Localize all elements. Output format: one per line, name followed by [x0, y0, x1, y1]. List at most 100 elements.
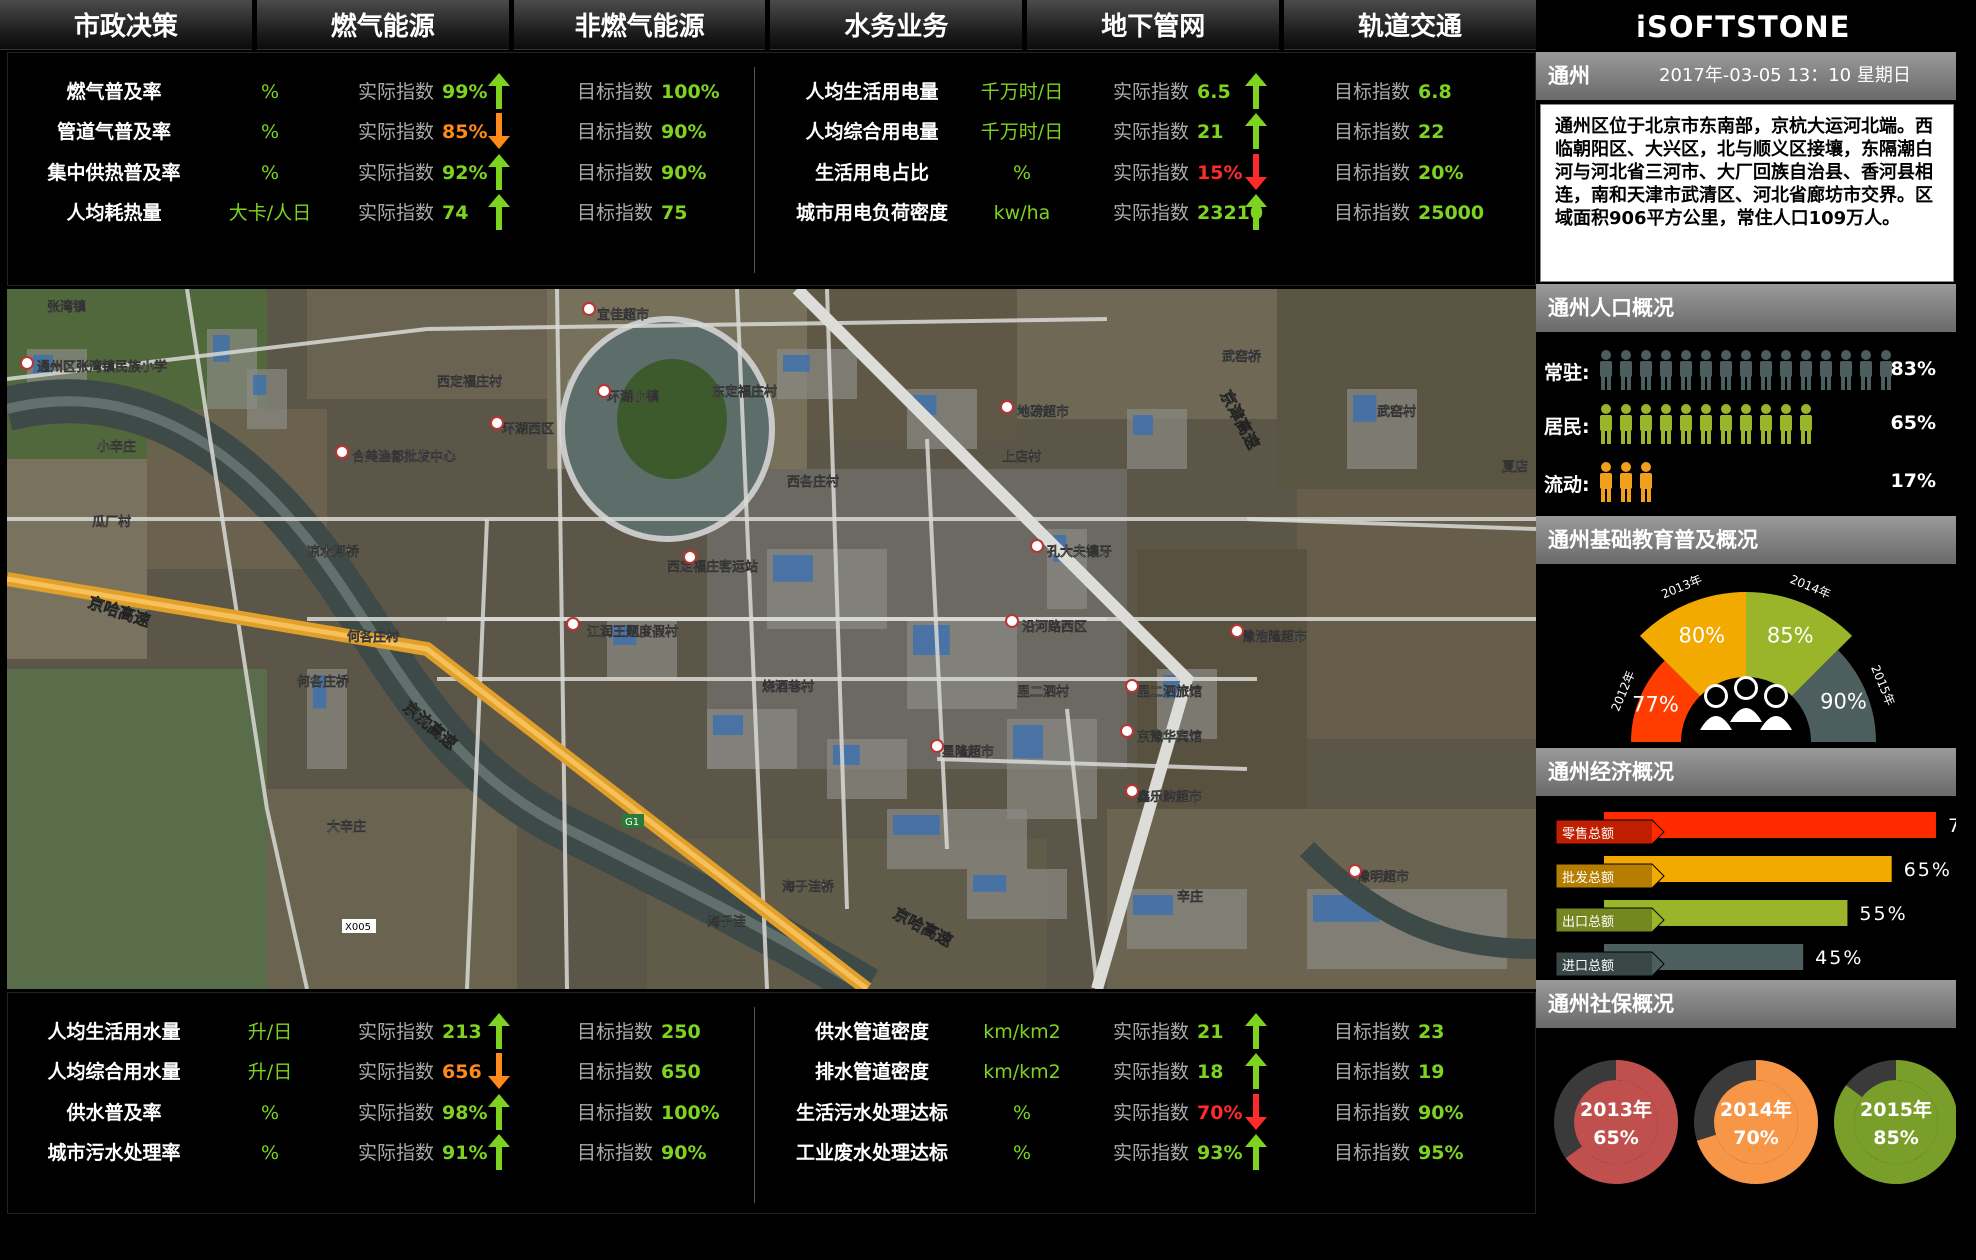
- target-value: 23: [1418, 1021, 1445, 1043]
- map-label[interactable]: 京豫华宾馆: [1137, 729, 1202, 745]
- poi-marker[interactable]: [1000, 400, 1014, 414]
- poi-marker[interactable]: [1030, 539, 1044, 553]
- poi-marker[interactable]: [582, 302, 596, 316]
- tab-pipe-network[interactable]: 地下管网: [1027, 0, 1280, 50]
- actual-value: 6.5: [1197, 81, 1231, 103]
- target-label: 目标指数: [1334, 1142, 1411, 1164]
- tab-non-gas-energy[interactable]: 非燃气能源: [513, 0, 766, 50]
- actual-value: 93%: [1197, 1142, 1243, 1164]
- map-label[interactable]: 豫明超市: [1357, 869, 1409, 885]
- stat-row: 人均综合用电量 千万时/日 实际指数 21 目标指数 22: [8, 113, 1537, 149]
- map-label[interactable]: 宜佳超市: [597, 307, 649, 323]
- map-label[interactable]: 里二泗村: [1017, 684, 1069, 700]
- map-label[interactable]: 张湾镇: [47, 299, 86, 315]
- education-header: 通州基础教育普及概况: [1536, 516, 1956, 564]
- poi-marker[interactable]: [566, 617, 580, 631]
- map-label[interactable]: 沿河路西区: [1022, 619, 1087, 635]
- actual-label: 实际指数: [1113, 1021, 1190, 1043]
- economy-label: 批发总额: [1562, 870, 1614, 886]
- map-label[interactable]: 孔大夫镶牙: [1047, 544, 1112, 560]
- poi-marker[interactable]: [490, 416, 504, 430]
- map-label[interactable]: 西各庄村: [787, 474, 839, 490]
- map-label[interactable]: 西定福庄客运站: [667, 559, 758, 575]
- map-label[interactable]: 鑫乐购超市: [1136, 789, 1202, 805]
- map-label[interactable]: 武窑村: [1377, 404, 1416, 420]
- tab-gas-energy[interactable]: 燃气能源: [256, 0, 509, 50]
- population-row: 常驻: 83%: [1544, 348, 1956, 394]
- social-year: 2014年: [1720, 1098, 1792, 1121]
- actual-value: 15%: [1197, 162, 1243, 184]
- map-label[interactable]: 海子洼桥: [782, 879, 835, 895]
- social-value: 70%: [1733, 1127, 1778, 1149]
- target-label: 目标指数: [1334, 162, 1411, 184]
- stat-unit: %: [1012, 1142, 1032, 1164]
- person-icon: [1640, 350, 1652, 390]
- map-label[interactable]: 大辛庄: [327, 819, 366, 835]
- highway-shield: G1: [625, 817, 639, 828]
- person-icon: [1780, 404, 1792, 444]
- map-canvas[interactable]: 张湾镇通州区张湾镇民族小学小辛庄瓜厂村 合美渔都批发中心凉水河桥何各庄村何各庄桥 西…: [7, 289, 1536, 989]
- poi-marker[interactable]: [1230, 624, 1244, 638]
- social-year: 2013年: [1580, 1098, 1652, 1121]
- map-label[interactable]: 西定福庄村: [437, 374, 502, 390]
- poi-marker[interactable]: [1125, 784, 1139, 798]
- poi-marker[interactable]: [1005, 614, 1019, 628]
- map-label[interactable]: 辛庄: [1177, 889, 1203, 905]
- population-percent: 65%: [1890, 412, 1936, 434]
- map-label[interactable]: 上店村: [1002, 449, 1041, 465]
- person-icon: [1600, 404, 1612, 444]
- target-label: 目标指数: [1334, 1061, 1411, 1083]
- map-label[interactable]: 地磅超市: [1017, 404, 1069, 420]
- economy-value: 65%: [1904, 859, 1952, 881]
- economy-label: 出口总额: [1562, 915, 1614, 930]
- map-label[interactable]: 环湖小镇: [607, 389, 659, 405]
- poi-marker[interactable]: [1120, 724, 1134, 738]
- map-label[interactable]: 星隆超市: [942, 744, 994, 760]
- person-icon: [1720, 350, 1732, 390]
- tab-rail-transit[interactable]: 轨道交通: [1284, 0, 1536, 50]
- map-label[interactable]: 东定福庄村: [712, 384, 777, 400]
- map-label[interactable]: 瓜厂村: [92, 514, 131, 530]
- map-label[interactable]: 烧酒巷村: [762, 679, 814, 695]
- poi-marker[interactable]: [930, 739, 944, 753]
- stat-row: 工业废水处理达标% 实际指数 93% 目标指数 95%: [8, 1134, 1537, 1170]
- poi-marker[interactable]: [20, 356, 34, 370]
- population-label: 流动:: [1544, 474, 1590, 496]
- map-label[interactable]: 江润王题度假村: [587, 624, 678, 640]
- map-label[interactable]: 何各庄村: [347, 629, 399, 645]
- poi-marker[interactable]: [1348, 864, 1362, 878]
- poi-marker[interactable]: [335, 445, 349, 459]
- map-label[interactable]: 武窑桥: [1222, 349, 1262, 365]
- actual-value: 21: [1197, 121, 1224, 143]
- person-icon: [1740, 404, 1752, 444]
- population-row: 流动: 17%: [1544, 460, 1956, 506]
- stat-row: 供水管道密度 km/km2 实际指数 21 目标指数 23: [8, 1013, 1537, 1049]
- map-label[interactable]: 小辛庄: [97, 439, 136, 455]
- map-label[interactable]: 何各庄桥: [297, 674, 350, 690]
- satellite-map[interactable]: 张湾镇通州区张湾镇民族小学小辛庄瓜厂村 合美渔都批发中心凉水河桥何各庄村何各庄桥 西…: [7, 289, 1536, 989]
- economy-header: 通州经济概况: [1536, 748, 1956, 796]
- map-label[interactable]: 凉水河桥: [307, 544, 360, 560]
- education-chart: 77%2012年80%2013年85%2014年90% 2015年: [1609, 572, 1897, 746]
- person-icon: [1800, 404, 1812, 444]
- map-label[interactable]: 海子洼: [707, 914, 746, 930]
- tab-municipal[interactable]: 市政决策: [0, 0, 252, 50]
- poi-marker[interactable]: [597, 384, 611, 398]
- trend-up-arrow-icon: [1245, 1053, 1267, 1089]
- stat-unit: kw/ha: [993, 202, 1051, 224]
- map-label[interactable]: 里二泗旅馆: [1137, 684, 1202, 700]
- economy-value: 45%: [1815, 947, 1863, 969]
- district-description[interactable]: 通州区位于北京市东南部，京杭大运河北端。西临朝阳区、大兴区，北与顺义区接壤，东隔…: [1540, 104, 1954, 282]
- social-donut-center: [1714, 1080, 1798, 1164]
- stat-label: 工业废水处理达标: [795, 1142, 949, 1164]
- poi-marker[interactable]: [683, 550, 697, 564]
- poi-marker[interactable]: [1125, 679, 1139, 693]
- tab-water[interactable]: 水务业务: [770, 0, 1023, 50]
- map-label[interactable]: 豫浩隆超市: [1242, 629, 1307, 645]
- map-label[interactable]: 夏店: [1501, 459, 1528, 475]
- trend-up-arrow-icon: [1245, 1013, 1267, 1049]
- map-label[interactable]: 通州区张湾镇民族小学: [37, 359, 167, 375]
- stat-label: 人均生活用电量: [805, 81, 939, 103]
- map-label[interactable]: 环湖西区: [502, 422, 554, 437]
- map-label[interactable]: 合美渔都批发中心: [352, 449, 456, 465]
